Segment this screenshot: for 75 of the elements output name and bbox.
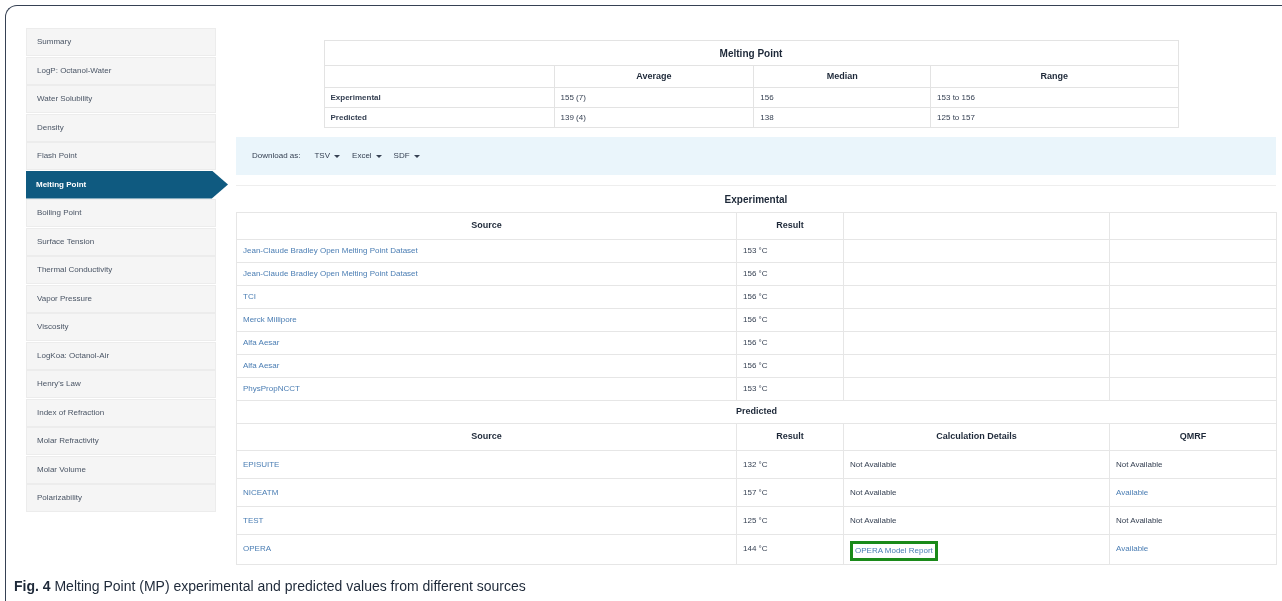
highlighted-link[interactable]: OPERA Model Report xyxy=(850,541,938,561)
result-cell: 153 °C xyxy=(736,377,844,401)
sidebar-item[interactable]: Thermal Conductivity xyxy=(26,256,216,284)
sidebar-item[interactable]: LogKoa: Octanol-Air xyxy=(26,341,216,370)
result-cell: 156 °C xyxy=(736,308,844,332)
column-header: Average xyxy=(554,65,754,88)
result-cell: 156 °C xyxy=(736,354,844,378)
cell-text: Not Available xyxy=(850,487,897,497)
source-link[interactable]: EPISUITE xyxy=(243,459,280,469)
sidebar-item[interactable]: Molar Volume xyxy=(26,455,216,484)
column-header: Calculation Details xyxy=(936,431,1017,442)
column-header: Source xyxy=(471,220,502,231)
result-cell: 156 °C xyxy=(736,262,844,286)
row-header: Experimental xyxy=(324,87,554,108)
sidebar-item[interactable]: Summary xyxy=(26,28,216,56)
caret-icon xyxy=(375,154,382,158)
sidebar-item[interactable]: Boiling Point xyxy=(26,199,216,227)
column-header: Result xyxy=(776,220,804,231)
cell-text: Not Available xyxy=(850,515,897,525)
result-cell: 157 °C xyxy=(743,487,768,497)
sidebar-item[interactable]: Index of Refraction xyxy=(26,398,216,427)
column-header: Median xyxy=(753,65,931,88)
caret-icon xyxy=(413,154,420,158)
source-link[interactable]: TCI xyxy=(243,292,256,301)
table-cell: 125 to 157 xyxy=(930,107,1178,128)
result-cell: 125 °C xyxy=(743,515,768,525)
link[interactable]: Available xyxy=(1116,487,1149,497)
table-cell: 156 xyxy=(753,87,931,108)
cell-text: Not Available xyxy=(1116,459,1163,469)
sidebar-item[interactable]: Flash Point xyxy=(26,142,216,170)
column-header: Range xyxy=(930,65,1178,88)
column-header: Source xyxy=(471,431,502,442)
result-cell: 156 °C xyxy=(736,331,844,355)
source-link[interactable]: Jean-Claude Bradley Open Melting Point Dataset xyxy=(243,246,418,255)
download-dropdown[interactable]: TSV xyxy=(314,150,341,162)
row-header: Predicted xyxy=(324,107,554,128)
sidebar-item[interactable]: Henry's Law xyxy=(26,370,216,398)
result-cell: 153 °C xyxy=(736,239,844,263)
source-link[interactable]: PhysPropNCCT xyxy=(243,384,300,393)
cell-text: Not Available xyxy=(850,459,897,469)
result-cell: 144 °C xyxy=(743,544,768,553)
result-cell: 156 °C xyxy=(736,285,844,309)
result-cell: 132 °C xyxy=(743,459,768,469)
section-title: Predicted xyxy=(736,406,777,417)
download-dropdown[interactable]: SDF xyxy=(393,150,420,162)
sidebar-item[interactable]: Polarizability xyxy=(26,484,216,512)
figure-caption: Fig. 4 Melting Point (MP) experimental and predicted values from different sources xyxy=(14,577,526,596)
sidebar-item[interactable]: Vapor Pressure xyxy=(26,284,216,313)
sidebar-item[interactable]: Molar Refractivity xyxy=(26,427,216,455)
table-cell: 138 xyxy=(753,107,931,128)
table-cell: 139 (4) xyxy=(554,107,754,128)
source-link[interactable]: OPERA xyxy=(243,544,271,553)
download-dropdown[interactable]: Excel xyxy=(352,150,382,162)
table-cell: 155 (7) xyxy=(554,87,754,108)
sidebar-item[interactable]: Melting Point xyxy=(26,170,228,199)
sidebar-item[interactable]: Density xyxy=(26,113,216,142)
column-header: QMRF xyxy=(1179,431,1207,442)
cell-text: Not Available xyxy=(1116,515,1163,525)
column-header: Result xyxy=(776,431,804,442)
sidebar-item[interactable]: Viscosity xyxy=(26,313,216,341)
sidebar-item[interactable]: LogP: Octanol-Water xyxy=(26,56,216,85)
sidebar-item[interactable]: Water Solubility xyxy=(26,85,216,113)
source-link[interactable]: NICEATM xyxy=(243,487,279,497)
caret-icon xyxy=(334,154,341,158)
section-title: Experimental xyxy=(724,192,788,207)
table-title: Melting Point xyxy=(324,40,1178,66)
download-label: Download as: xyxy=(252,150,301,162)
table-cell: 153 to 156 xyxy=(930,87,1178,108)
source-link[interactable]: Merck Millipore xyxy=(243,315,297,324)
source-link[interactable]: TEST xyxy=(243,515,264,525)
sidebar-item[interactable]: Surface Tension xyxy=(26,227,216,256)
source-link[interactable]: Alfa Aesar xyxy=(243,361,280,370)
link[interactable]: Available xyxy=(1116,544,1149,553)
source-link[interactable]: Alfa Aesar xyxy=(243,338,280,347)
source-link[interactable]: Jean-Claude Bradley Open Melting Point Dataset xyxy=(243,269,418,278)
